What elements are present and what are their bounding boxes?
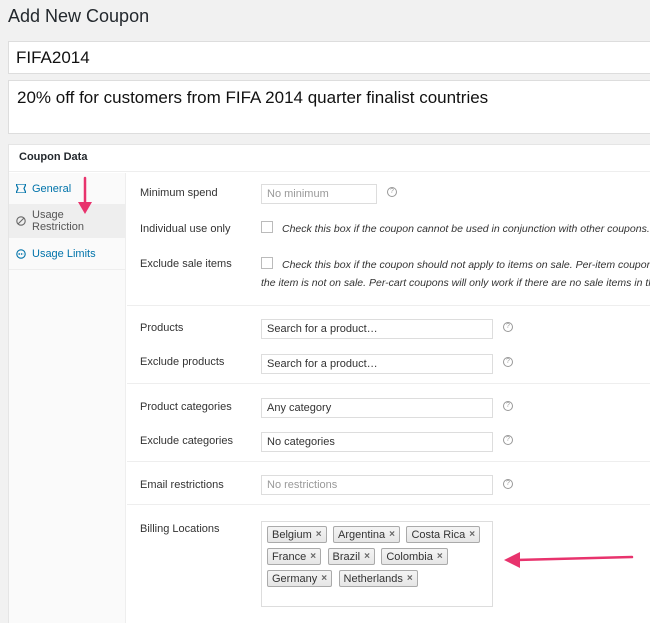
help-icon[interactable]: ? (503, 479, 513, 489)
country-chip[interactable]: Netherlands × (338, 570, 418, 587)
country-chip[interactable]: Brazil × (327, 548, 375, 565)
exclude-categories-select[interactable]: No categories (261, 432, 493, 452)
exclude-products-label: Exclude products (140, 356, 225, 368)
remove-icon[interactable]: × (321, 573, 327, 584)
exclude-sale-checkbox[interactable] (261, 257, 273, 269)
country-name: Colombia (386, 550, 433, 563)
country-name: France (272, 550, 307, 563)
individual-use-checkbox[interactable] (261, 221, 273, 233)
country-name: Germany (272, 572, 318, 585)
coupon-description-textarea[interactable]: 20% off for customers from FIFA 2014 qua… (8, 80, 650, 134)
remove-icon[interactable]: × (316, 529, 322, 540)
exclude-sale-label: Exclude sale items (140, 258, 232, 270)
country-name: Belgium (272, 528, 312, 541)
exclude-categories-label: Exclude categories (140, 435, 233, 447)
country-chip[interactable]: Belgium × (267, 526, 327, 543)
tab-usage-limits[interactable]: Usage Limits (9, 238, 125, 270)
tab-general-label: General (32, 182, 72, 195)
billing-locations-label: Billing Locations (140, 523, 220, 535)
country-name: Brazil (332, 550, 361, 563)
remove-icon[interactable]: × (310, 551, 316, 562)
limits-icon (16, 248, 26, 259)
divider (127, 504, 650, 505)
coupon-data-box: Coupon Data General Usage Restriction Us… (8, 144, 650, 623)
help-icon[interactable]: ? (503, 401, 513, 411)
country-chip[interactable]: France × (267, 548, 322, 565)
help-icon[interactable]: ? (503, 435, 513, 445)
tab-usage-restriction[interactable]: Usage Restriction (9, 205, 125, 238)
tab-usage-restriction-label: Usage Restriction (32, 209, 84, 233)
help-icon[interactable]: ? (387, 187, 397, 197)
product-categories-label: Product categories (140, 401, 232, 413)
individual-use-description: Check this box if the coupon cannot be u… (282, 223, 650, 235)
country-chip[interactable]: Colombia × (381, 548, 448, 565)
min-spend-input[interactable]: No minimum (261, 184, 377, 204)
remove-icon[interactable]: × (389, 529, 395, 540)
country-chip[interactable]: Argentina × (333, 526, 400, 543)
products-label: Products (140, 322, 184, 334)
remove-icon[interactable]: × (364, 551, 370, 562)
remove-icon[interactable]: × (469, 529, 475, 540)
remove-icon[interactable]: × (437, 551, 443, 562)
divider (127, 461, 650, 462)
country-name: Argentina (338, 528, 386, 541)
exclude-products-input[interactable]: Search for a product… (261, 354, 493, 374)
country-chip[interactable]: Germany × (267, 570, 333, 587)
products-input[interactable]: Search for a product… (261, 319, 493, 339)
divider (127, 383, 650, 384)
min-spend-label: Minimum spend (140, 187, 218, 199)
billing-locations-select[interactable]: Belgium × Argentina × Costa Rica × France × … (261, 521, 493, 607)
email-restrictions-input[interactable]: No restrictions (261, 475, 493, 495)
ticket-icon (16, 184, 26, 194)
country-name: Netherlands (343, 572, 403, 585)
tab-usage-limits-label: Usage Limits (32, 247, 96, 260)
divider (127, 305, 650, 306)
coupon-data-heading: Coupon Data (9, 145, 650, 172)
help-icon[interactable]: ? (503, 357, 513, 367)
exclude-sale-description-line1: Check this box if the coupon should not … (282, 259, 650, 271)
email-restrictions-label: Email restrictions (140, 479, 224, 491)
page-title: Add New Coupon (8, 6, 150, 26)
product-categories-select[interactable]: Any category (261, 398, 493, 418)
remove-icon[interactable]: × (407, 573, 413, 584)
help-icon[interactable]: ? (503, 322, 513, 332)
exclude-sale-description-line2: the item is not on sale. Per-cart coupon… (261, 277, 650, 289)
coupon-code-input[interactable]: FIFA2014 (8, 41, 650, 74)
country-chip[interactable]: Costa Rica × (406, 526, 481, 543)
tab-general[interactable]: General (9, 173, 125, 205)
country-name: Costa Rica (411, 528, 466, 541)
individual-use-label: Individual use only (140, 223, 231, 235)
forbidden-icon (16, 216, 26, 226)
coupon-data-tabs: General Usage Restriction Usage Limits (9, 173, 126, 623)
